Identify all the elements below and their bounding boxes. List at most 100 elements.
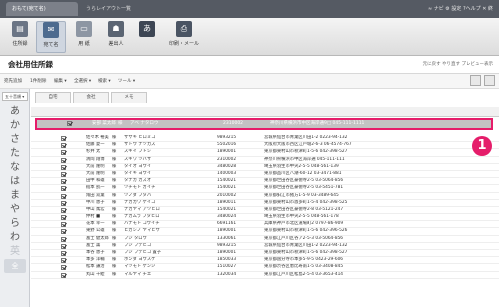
tab-company[interactable]: 会社: [73, 92, 109, 103]
row-checkbox[interactable]: [67, 120, 75, 130]
checkbox-icon: [61, 251, 66, 256]
cell-kana: ナカムラ フタヒロ: [124, 214, 160, 220]
table-row[interactable]: 清岡 翔博 様 スギワ ツバサ 2310002 神奈川県横浜市中区海岸通 045-111…: [31, 157, 499, 164]
tab-memo[interactable]: メモ: [111, 92, 147, 103]
table-row[interactable]: 富士 健太郎様 フジ タロウ 1330061 東京都江戸川区谷ア2-5-3 03-50…: [31, 236, 499, 243]
detail-tabs: 自宅 会社 メモ: [31, 92, 499, 103]
table-row[interactable]: 杉井 太 様 スギイ フトシ 1890001 東京都東村山市秋津町1-5-6 042-3…: [31, 149, 499, 157]
kana-ra[interactable]: ら: [4, 217, 26, 231]
sender-button[interactable]: ☗ 差出人: [102, 21, 130, 53]
cell-name: 本谷 恵子: [86, 250, 105, 255]
table-row[interactable]: 佐藤 夏一 様 サトウ ナツカズ 5502016 大阪府大阪市西区江戸堀2-6-3 06…: [31, 142, 499, 150]
menu-tools[interactable]: ツール ▾: [118, 78, 135, 84]
menu-search[interactable]: 検索 ▾: [98, 78, 111, 84]
address-book-button[interactable]: ▤ 住所録: [6, 21, 34, 53]
kana-ma[interactable]: ま: [4, 189, 26, 203]
table-row[interactable]: 佐々木 裕美様 ササキ ヒロミコ 9893215 宮城県仙台市青葉区川田1-2 022…: [31, 135, 499, 143]
cell-honorific: 様: [112, 178, 117, 184]
sort-select[interactable]: 五十音順 ▾: [2, 92, 28, 101]
table-row[interactable]: 大前 隆明 様 タイキ ヨウイ 1400003 東京都品川区八潮-60-12 03-34…: [31, 170, 499, 179]
cell-name: 佐々木 裕美: [86, 135, 109, 140]
table-row[interactable]: 本多 洋輔 様 ホンダ ヨウスケ 1850033 東京都国分寺市本多5-9-5 0423…: [31, 257, 499, 265]
checkbox-icon: [61, 193, 66, 199]
checkbox-icon: [61, 229, 66, 235]
list-view-icon[interactable]: [470, 75, 481, 86]
kana-ya[interactable]: や: [4, 203, 26, 217]
row-checkbox[interactable]: [61, 272, 69, 282]
cell-name: 大前 隆明: [86, 170, 105, 176]
address-table-body: 佐々木 裕美様 ササキ ヒロミコ 9893215 宮城県仙台市青葉区川田1-2 022…: [31, 135, 499, 279]
table-row[interactable]: 大前 隆明 様 タイオ ヨウイ 3480028 埼玉県羽生市中央2-5-5 048-56…: [31, 164, 499, 171]
kana-ha[interactable]: は: [4, 175, 26, 189]
kana-wa[interactable]: わ: [4, 231, 26, 245]
cell-address: 東京都東村山市秋津町1-5-6 042-396-526: [264, 228, 348, 234]
text-style-button[interactable]: あ: [134, 21, 160, 53]
cell-zip: 1540021: [217, 178, 237, 184]
table-row[interactable]: 花本 幸一 様 ハナモト コウイチ 6691161 兵庫県神戸市北区道場町2 0797-…: [31, 221, 499, 229]
cell-zip: 1320034: [217, 271, 237, 277]
menu-add[interactable]: 宛先追加: [4, 78, 22, 84]
text-style-icon: あ: [139, 21, 155, 37]
table-header: [31, 107, 499, 117]
kana-ka[interactable]: か: [4, 119, 26, 133]
cell-name: 杉井 太: [86, 149, 101, 155]
kana-all[interactable]: 全: [4, 259, 26, 273]
tab-ura-layout[interactable]: うらレイアウト一覧: [80, 2, 170, 16]
paper-icon: ▭: [76, 21, 92, 37]
cell-name: 丸山 千絵: [86, 271, 105, 277]
kana-sa[interactable]: さ: [4, 133, 26, 147]
card-view-icon[interactable]: [484, 75, 495, 86]
cell-address: 東京都東村山市恩多町1-5-4 042-398-525: [264, 199, 348, 205]
cell-honorific: 様: [112, 221, 117, 227]
table-row[interactable]: 中山 篤宏 様 ナカヤマ アツヒロ 1540021 東京都世田谷区豪徳寺2-8 03-5…: [31, 206, 499, 215]
menu-delete[interactable]: 1件削除: [30, 78, 46, 84]
menu-edit[interactable]: 編集 ▾: [54, 78, 67, 84]
envelope-button[interactable]: ✉ 宛て名: [36, 21, 66, 53]
table-row[interactable]: 仲村 ■ 様 ナカムラ フタヒロ 3480024 埼玉県羽生市中央2-5-5 048-5…: [31, 214, 499, 222]
cell-name: 本多 洋輔: [86, 257, 105, 263]
table-row[interactable]: 丸山 千絵 様 マルヤマ チエ 1320034 東京都江戸川区松島2-5-4 03-36…: [31, 272, 499, 279]
table-row[interactable]: 槌本 凱一 様 ツチモト ガイチ 1540021 東京都世田谷区豪徳寺2-5 03-54…: [31, 185, 499, 193]
cell-kana: ホンダ ヨウスケ: [124, 257, 156, 263]
cell-kana: マルヤマ チエ: [124, 271, 152, 277]
paper-button[interactable]: ▭ 用 紙: [70, 21, 98, 53]
cell-kana: ヒガシノ ヤマヒサ: [124, 228, 160, 234]
envelope-icon: ✉: [43, 22, 59, 38]
table-row[interactable]: 田中 和雄 様 タナカ カズオ 1540021 東京都世田谷区豪徳寺2-5 03-506…: [31, 178, 499, 186]
undo-redo-preview-links[interactable]: 元に戻す やり直す プレビュー表示: [423, 61, 493, 67]
table-row[interactable]: 中川 恵子 様 ナカカワ ケイコ 1890011 東京都東村山市恩多町1-5-4 042…: [31, 200, 499, 207]
selected-table-row[interactable]: 安部 菜太郎 様 アベ ナタロウ 2310002 神奈川県横浜市中区海岸通9□ …: [35, 118, 493, 130]
table-row[interactable]: 松本 謙治 様 マツモト ケンジ 1510027 東京都渋谷区恵比寿南1-5 03-34…: [31, 264, 499, 272]
cell-address: 大阪府大阪市西区江戸堀2-6-3 06-4574-767: [264, 142, 352, 148]
cell-honorific: 様: [112, 185, 117, 191]
tab-omote[interactable]: おもて(宛て名): [6, 2, 78, 16]
cell-zip: 1540021: [217, 206, 237, 212]
cell-address: 埼玉県羽生市中央2-5-5 048-561-178: [264, 214, 339, 220]
checkbox-icon: [61, 222, 66, 228]
cell-kana: ナカヤマ アツヒロ: [124, 206, 160, 212]
cell-name: 中川 恵子: [86, 199, 105, 205]
cell-honorific: 様: [112, 199, 117, 205]
cell-kana: フジ タロウ: [124, 235, 147, 241]
address-book-icon: ▤: [12, 21, 28, 37]
table-row[interactable]: 富士 薫 様 フジ フデヒコ 9893215 宮城県仙台市青葉区川田1-2 0223-9…: [31, 243, 499, 250]
tab-home[interactable]: 自宅: [35, 92, 71, 103]
checkbox-icon: [61, 243, 66, 249]
cell-name: 富士 薫: [86, 242, 101, 248]
cell-name: 田中 和雄: [86, 178, 105, 184]
cell-address: 東京都国分寺市本多5-9-5 0423-29-606: [264, 257, 344, 263]
kana-a[interactable]: あ: [4, 105, 26, 119]
table-row[interactable]: 東野 公雄 様 ヒガシノ ヤマヒサ 1890001 東京都東村山市秋津町1-5-6 04…: [31, 228, 499, 236]
sender-label: 差出人: [108, 41, 124, 47]
top-menu[interactable]: ≈ ナビ ⚙ 設定 ?ヘルプ ✕ 終: [428, 0, 493, 18]
kana-na[interactable]: な: [4, 161, 26, 175]
cell-kana: アベ ナタロウ: [130, 121, 159, 126]
print-mail-button[interactable]: ⎙ 印刷・メール: [164, 21, 204, 53]
cell-zip: 1510027: [217, 264, 237, 270]
checkbox-icon: [61, 265, 66, 271]
callout-badge: 1: [472, 136, 492, 156]
table-row[interactable]: 角田 双葉 様 ツノダ フタバ 2010002 東京都狛江市猪方1-5-9 03-348…: [31, 193, 499, 200]
table-row[interactable]: 本谷 恵子 様 フジ フデヒコ 置子 1890001 東京都東村山市秋津町1-5-6 0…: [31, 250, 499, 258]
kana-ta[interactable]: た: [4, 147, 26, 161]
menu-select-all[interactable]: 全選択 ▾: [74, 78, 91, 84]
